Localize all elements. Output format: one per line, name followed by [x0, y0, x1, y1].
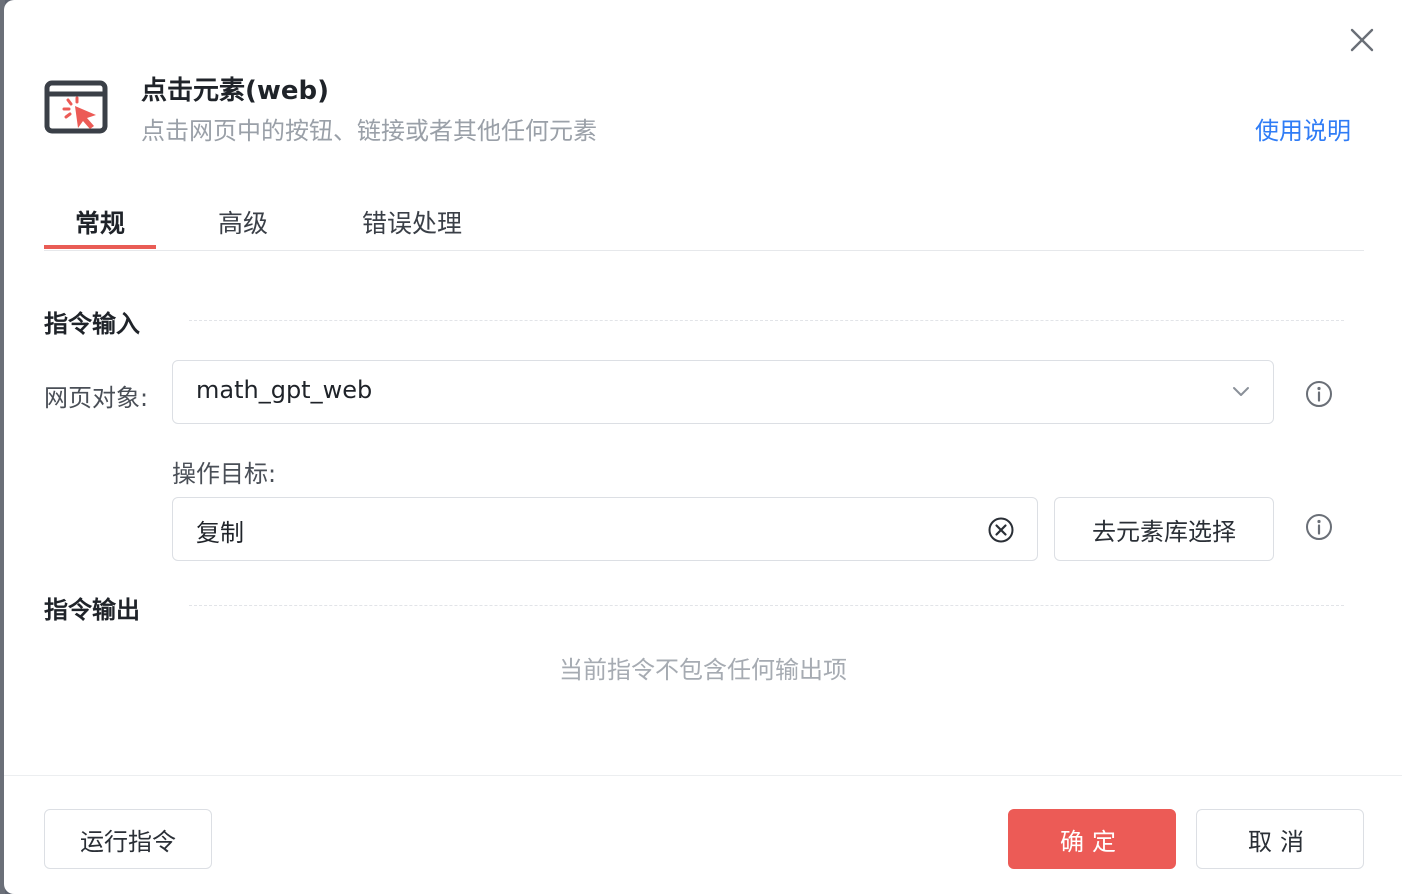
- tab-general[interactable]: 常规: [75, 204, 125, 240]
- element-library-button[interactable]: 去元素库选择: [1054, 497, 1274, 561]
- info-icon[interactable]: [1305, 513, 1333, 541]
- target-label: 操作目标:: [172, 460, 277, 488]
- empty-output-message: 当前指令不包含任何输出项: [559, 656, 847, 684]
- web-object-label: 网页对象:: [44, 384, 149, 412]
- run-command-button[interactable]: 运行指令: [44, 809, 212, 869]
- dialog-subtitle: 点击网页中的按钮、链接或者其他任何元素: [141, 117, 597, 145]
- click-element-icon: [44, 80, 108, 134]
- confirm-button[interactable]: 确定: [1008, 809, 1176, 869]
- target-value: 复制: [196, 519, 244, 547]
- dialog-title: 点击元素(web): [141, 76, 330, 106]
- chevron-down-icon: [1233, 387, 1249, 396]
- cancel-button[interactable]: 取消: [1196, 809, 1364, 869]
- active-tab-indicator: [44, 245, 156, 249]
- tab-bar: 常规 高级 错误处理: [44, 190, 1364, 251]
- click-element-dialog: 点击元素(web) 点击网页中的按钮、链接或者其他任何元素 使用说明 常规 高级…: [4, 0, 1402, 894]
- help-link[interactable]: 使用说明: [1255, 111, 1351, 146]
- tab-advanced[interactable]: 高级: [218, 204, 268, 240]
- section-title-input: 指令输入: [44, 310, 140, 338]
- close-icon[interactable]: [1348, 26, 1376, 54]
- tab-error-handling[interactable]: 错误处理: [362, 204, 462, 240]
- web-object-select[interactable]: math_gpt_web: [172, 360, 1274, 424]
- web-object-value: math_gpt_web: [196, 376, 373, 404]
- info-icon[interactable]: [1305, 380, 1333, 408]
- section-divider: [189, 320, 1344, 321]
- section-divider: [189, 605, 1344, 606]
- footer-divider: [4, 775, 1402, 776]
- section-title-output: 指令输出: [44, 596, 140, 624]
- clear-icon[interactable]: [987, 516, 1015, 544]
- target-input[interactable]: 复制: [172, 497, 1038, 561]
